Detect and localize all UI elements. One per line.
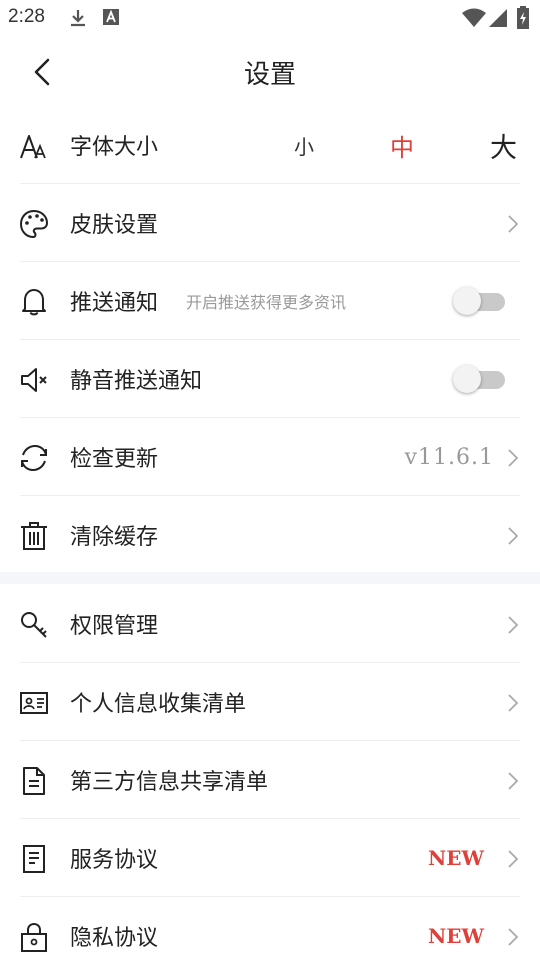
permission-row[interactable]: 权限管理 — [0, 585, 540, 663]
trash-icon — [21, 522, 47, 550]
privacy-agreement-row[interactable]: 隐私协议 NEW — [0, 897, 540, 975]
mute-push-label: 静音推送通知 — [70, 369, 203, 394]
chevron-right-icon — [508, 850, 519, 868]
permission-label: 权限管理 — [70, 614, 159, 639]
document-lines-icon — [23, 845, 45, 873]
id-card-icon — [20, 692, 48, 714]
chevron-right-icon — [508, 215, 519, 233]
service-agreement-label: 服务协议 — [70, 848, 159, 873]
check-update-row[interactable]: 检查更新 v11.6.1 — [0, 418, 540, 496]
chevron-right-icon — [508, 694, 519, 712]
signal-icon — [489, 9, 507, 27]
font-size-icon — [20, 135, 46, 159]
mute-push-row: 静音推送通知 — [0, 340, 540, 418]
header: 设置 — [0, 36, 540, 106]
app-version: v11.6.1 — [404, 444, 494, 470]
personal-info-row[interactable]: 个人信息收集清单 — [0, 663, 540, 741]
palette-icon — [19, 209, 49, 239]
service-agreement-row[interactable]: 服务协议 NEW — [0, 819, 540, 897]
chevron-right-icon — [508, 616, 519, 634]
font-size-medium-option[interactable]: 中 — [390, 128, 414, 163]
clear-cache-label: 清除缓存 — [70, 525, 159, 550]
check-update-label: 检查更新 — [70, 447, 159, 472]
download-icon — [71, 10, 85, 27]
chevron-right-icon — [508, 449, 519, 467]
new-badge: NEW — [428, 846, 484, 870]
third-party-row[interactable]: 第三方信息共享清单 — [0, 741, 540, 819]
lock-icon — [21, 922, 47, 952]
clear-cache-row[interactable]: 清除缓存 — [0, 496, 540, 574]
chevron-right-icon — [508, 772, 519, 790]
new-badge: NEW — [428, 924, 484, 948]
section-separator — [0, 572, 540, 584]
refresh-icon — [21, 444, 47, 472]
page-title: 设置 — [243, 60, 296, 90]
privacy-agreement-label: 隐私协议 — [70, 926, 159, 951]
font-size-small-option[interactable]: 小 — [294, 131, 314, 160]
a-box-icon — [103, 9, 119, 25]
mute-push-toggle[interactable] — [453, 365, 505, 393]
font-size-row: 字体大小 小 中 大 — [0, 106, 540, 184]
mute-icon — [21, 368, 47, 392]
chevron-right-icon — [508, 928, 519, 946]
status-bar: 2:28 — [0, 0, 540, 36]
push-notification-hint: 开启推送获得更多资讯 — [186, 293, 347, 312]
skin-settings-label: 皮肤设置 — [70, 213, 159, 238]
font-size-large-option[interactable]: 大 — [490, 126, 517, 165]
key-icon — [21, 612, 47, 638]
document-icon — [23, 767, 45, 795]
toggle-thumb — [453, 365, 481, 393]
personal-info-label: 个人信息收集清单 — [70, 692, 247, 717]
toggle-thumb — [453, 287, 481, 315]
push-notification-label: 推送通知 — [70, 291, 159, 316]
skin-settings-row[interactable]: 皮肤设置 — [0, 184, 540, 262]
chevron-right-icon — [508, 527, 519, 545]
push-notification-row: 推送通知 开启推送获得更多资讯 — [0, 262, 540, 340]
battery-icon — [517, 6, 529, 29]
bell-icon — [22, 289, 46, 316]
third-party-label: 第三方信息共享清单 — [70, 770, 269, 795]
font-size-label: 字体大小 — [70, 135, 159, 160]
push-notification-toggle[interactable] — [453, 287, 505, 315]
wifi-icon — [462, 8, 486, 27]
status-time: 2:28 — [8, 6, 45, 27]
